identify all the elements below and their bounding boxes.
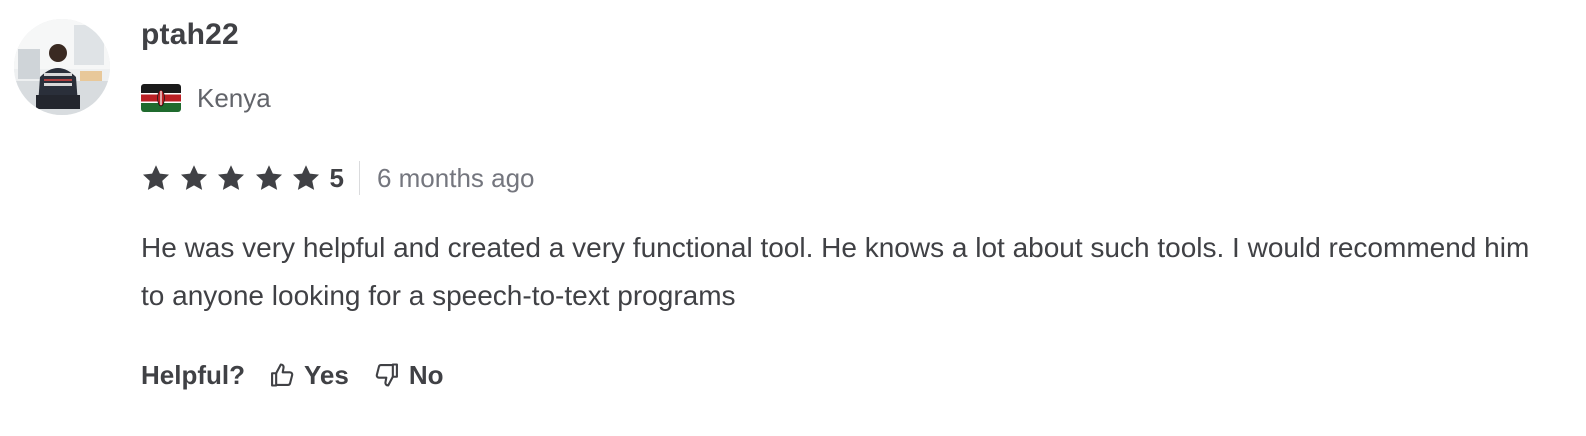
review-date: 6 months ago xyxy=(376,162,535,193)
star-icon xyxy=(179,163,209,193)
rating-row: 5 6 months ago xyxy=(141,158,535,198)
review-card: ptah22 Kenya 5 6 months ago He was very … xyxy=(0,0,1586,436)
rating-value: 5 xyxy=(329,162,344,193)
helpful-yes-label: Yes xyxy=(304,359,349,390)
thumbs-up-icon xyxy=(271,363,294,387)
user-avatar[interactable] xyxy=(14,19,110,115)
helpful-label: Helpful? xyxy=(141,359,245,390)
review-text: He was very helpful and created a very f… xyxy=(141,232,1530,311)
thumbs-down-icon xyxy=(375,363,398,387)
helpful-row: Helpful? Yes No xyxy=(141,356,444,394)
helpful-no-label: No xyxy=(408,359,444,390)
username[interactable]: ptah22 xyxy=(141,18,239,52)
kenya-flag-icon xyxy=(141,84,181,112)
country-name: Kenya xyxy=(197,82,271,113)
star-icon xyxy=(291,163,321,193)
country-row: Kenya xyxy=(141,80,271,116)
star-rating xyxy=(141,163,329,193)
star-icon xyxy=(254,163,284,193)
star-icon xyxy=(216,163,246,193)
star-icon xyxy=(141,163,171,193)
helpful-yes-button[interactable]: Yes xyxy=(268,360,349,391)
helpful-no-button[interactable]: No xyxy=(373,360,444,391)
divider xyxy=(358,161,360,195)
